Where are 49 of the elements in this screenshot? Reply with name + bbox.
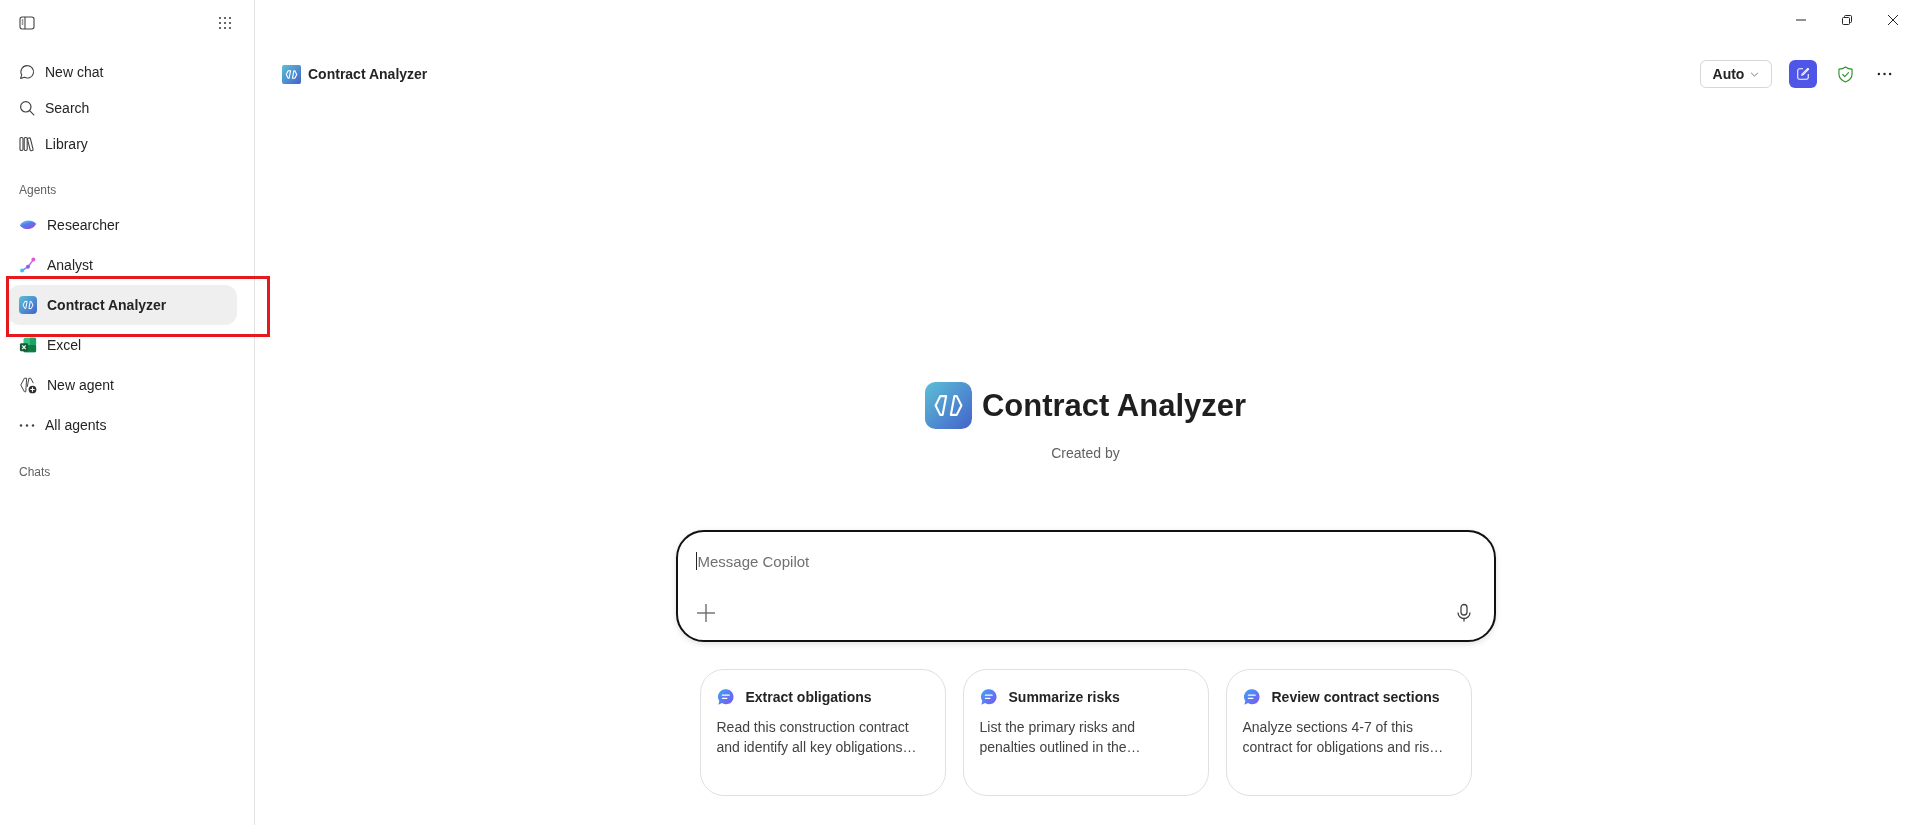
chat-bubble-icon	[1242, 688, 1261, 706]
created-by-text: Created by	[1051, 444, 1120, 463]
brackets-tile-icon	[924, 382, 972, 429]
chat-bubble-icon	[19, 64, 35, 80]
chat-bubble-icon	[979, 688, 998, 706]
connected-dots-icon	[19, 256, 37, 274]
brackets-tile-icon	[282, 64, 301, 84]
edit-icon	[1796, 67, 1810, 81]
message-input[interactable]: Message Copilot	[696, 549, 1474, 573]
agent-title: Contract Analyzer	[981, 386, 1247, 425]
shield-check-icon[interactable]	[1838, 65, 1853, 83]
sidebar-item[interactable]: Library	[8, 126, 237, 162]
suggestion-title: Extract obligations	[745, 689, 872, 705]
section-heading: Agents	[19, 182, 58, 198]
chat-title: Contract Analyzer	[308, 66, 428, 82]
suggestion-card[interactable]: Extract obligations Read this construction contract and identify all key obligations…	[699, 669, 946, 796]
sidebar-item[interactable]: Search	[8, 90, 237, 126]
sidebar-item[interactable]: New agent	[8, 365, 237, 405]
app-grid-icon[interactable]	[217, 15, 233, 31]
sidebar-item[interactable]: Analyst	[8, 245, 237, 285]
brackets-tile-icon	[19, 296, 37, 314]
spreadsheet-icon	[19, 336, 37, 354]
close-icon[interactable]	[1888, 15, 1898, 25]
sidebar-item[interactable]: Contract Analyzer	[8, 285, 237, 325]
sidebar-item[interactable]: All agents	[8, 405, 237, 445]
suggestion-card[interactable]: Summarize risks List the primary risks and penalties outlined in the…	[962, 669, 1209, 796]
books-icon	[19, 136, 35, 152]
suggestion-card[interactable]: Review contract sections Analyze sections 4-7 of this contract for obligations and ris…	[1225, 669, 1472, 796]
panel-toggle-icon[interactable]	[19, 15, 35, 31]
sidebar-item[interactable]: New chat	[8, 54, 237, 90]
section-heading: Chats	[19, 464, 52, 480]
sidebar-item[interactable]: Excel	[8, 325, 237, 365]
plus-icon[interactable]	[695, 603, 716, 623]
new-chat-button[interactable]	[1789, 60, 1817, 88]
caret-icon	[1750, 71, 1760, 77]
suggestion-text: Analyze sections 4-7 of this contract for obligations and ris…	[1242, 718, 1445, 757]
suggestion-text: List the primary risks and penalties outlined in the…	[979, 718, 1142, 757]
text-cursor	[695, 552, 697, 570]
restore-icon[interactable]	[1842, 15, 1852, 25]
suggestion-text: Read this construction contract and identify all key obligations…	[716, 718, 918, 757]
model-picker[interactable]: Auto	[1700, 60, 1772, 88]
more-icon[interactable]	[1877, 72, 1892, 76]
suggestion-title: Summarize risks	[1008, 689, 1120, 705]
more-icon	[19, 422, 35, 428]
suggestion-title: Review contract sections	[1271, 689, 1440, 705]
chat-bubble-icon	[716, 688, 735, 706]
search-icon	[19, 100, 35, 116]
hexagon-plus-icon	[19, 376, 37, 394]
sidebar-item[interactable]: Researcher	[8, 205, 237, 245]
